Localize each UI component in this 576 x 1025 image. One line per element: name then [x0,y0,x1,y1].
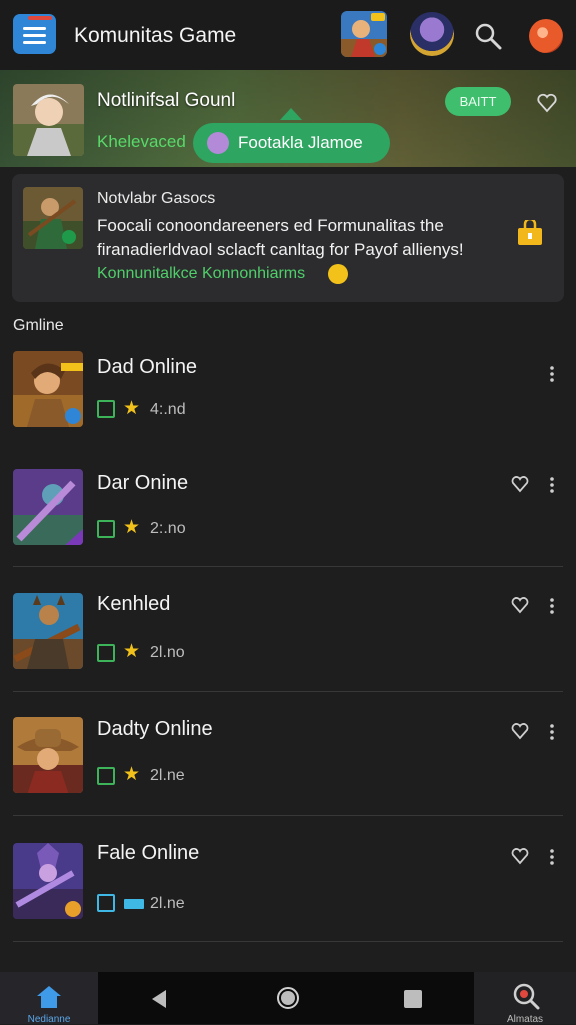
check-icon [97,520,115,538]
feature-title: Notvlabr Gasocs [97,190,216,207]
tab-alerts-label: Almatas [506,1014,544,1025]
app-bar: Komunitas Game [0,0,576,70]
game-thumbnail [13,717,83,793]
player-count: 2:.no [150,520,186,537]
list-item[interactable]: Kenhled ★ 2l.no [0,567,576,692]
profile-avatar[interactable] [410,12,454,56]
more-icon[interactable] [546,363,558,385]
game-thumbnail [13,469,83,545]
tab-home-label: Nedianne [27,1014,71,1025]
list-item[interactable]: Dad Online ★ 4:.nd [0,340,576,462]
star-icon: ★ [123,764,141,785]
check-icon [97,400,115,418]
list-item[interactable]: Fale Online 2l.ne [0,816,576,942]
game-art-icon [341,11,387,57]
feature-link[interactable]: Konnunitalkce Konnonhiarms [97,265,305,283]
bottom-navigation: Nedianne Almatas [0,972,576,1025]
banner-title: Notlinifsal Gounl [97,90,236,111]
game-name: Dadty Online [97,718,213,740]
game-thumbnail [13,593,83,669]
heart-icon[interactable] [509,473,531,495]
list-item[interactable]: Dar Onine ★ 2:.no [0,445,576,567]
list-item[interactable]: Dadty Online ★ 2l.ne [0,692,576,816]
community-pill-button[interactable]: Footakla Jlamoe [193,123,390,163]
more-icon[interactable] [546,595,558,617]
heart-icon[interactable] [509,594,531,616]
pill-label: Footakla Jlamoe [238,133,363,152]
player-count: 4:.nd [150,401,186,418]
tab-home[interactable]: Nedianne [0,972,98,1025]
smile-icon [328,264,348,284]
banner-action-button[interactable]: BAITT [445,87,511,116]
menu-notification-line [28,16,52,20]
banner-hero-image [13,84,84,156]
back-icon[interactable] [148,988,170,1010]
more-icon[interactable] [546,474,558,496]
game-thumbnail-button[interactable] [341,11,387,57]
heart-icon[interactable] [509,720,531,742]
star-icon: ★ [123,641,141,662]
recents-icon[interactable] [403,989,423,1009]
game-name: Fale Online [97,842,200,864]
alerts-search-icon [513,983,540,1010]
tab-alerts[interactable]: Almatas [474,972,576,1025]
game-cube-icon [207,132,229,154]
app-title: Komunitas Game [74,24,237,47]
feature-card[interactable]: Notvlabr Gasocs Foocali conoondareeners … [12,174,564,302]
game-name: Kenhled [97,593,171,615]
check-icon [97,767,115,785]
flag-icon [124,899,144,909]
section-label: Gmline [13,317,64,334]
home-icon [37,986,61,1008]
feature-body: Foocali conoondareeners ed Formunalitas … [97,216,464,259]
home-circle-icon[interactable] [276,986,300,1010]
menu-button[interactable] [13,14,56,54]
system-navigation-bar [98,972,474,1024]
game-thumbnail [13,843,83,919]
search-icon[interactable] [474,22,502,50]
game-name: Dad Online [97,356,198,378]
brand-logo-icon[interactable] [529,19,563,53]
more-icon[interactable] [546,721,558,743]
heart-icon[interactable] [536,92,558,114]
player-count: 2l.ne [150,895,185,912]
game-name: Dar Onine [97,472,189,494]
banner-subtitle: Khelevaced [97,132,186,151]
feature-thumbnail [23,187,83,249]
game-thumbnail [13,351,83,427]
star-icon: ★ [123,398,141,419]
bag-icon[interactable] [516,220,544,246]
player-count: 2l.ne [150,767,185,784]
player-count: 2l.no [150,644,185,661]
pill-pointer [280,108,302,120]
more-icon[interactable] [546,846,558,868]
check-icon [97,894,115,912]
divider [13,941,563,942]
star-icon: ★ [123,517,141,538]
check-icon [97,644,115,662]
heart-icon[interactable] [509,845,531,867]
